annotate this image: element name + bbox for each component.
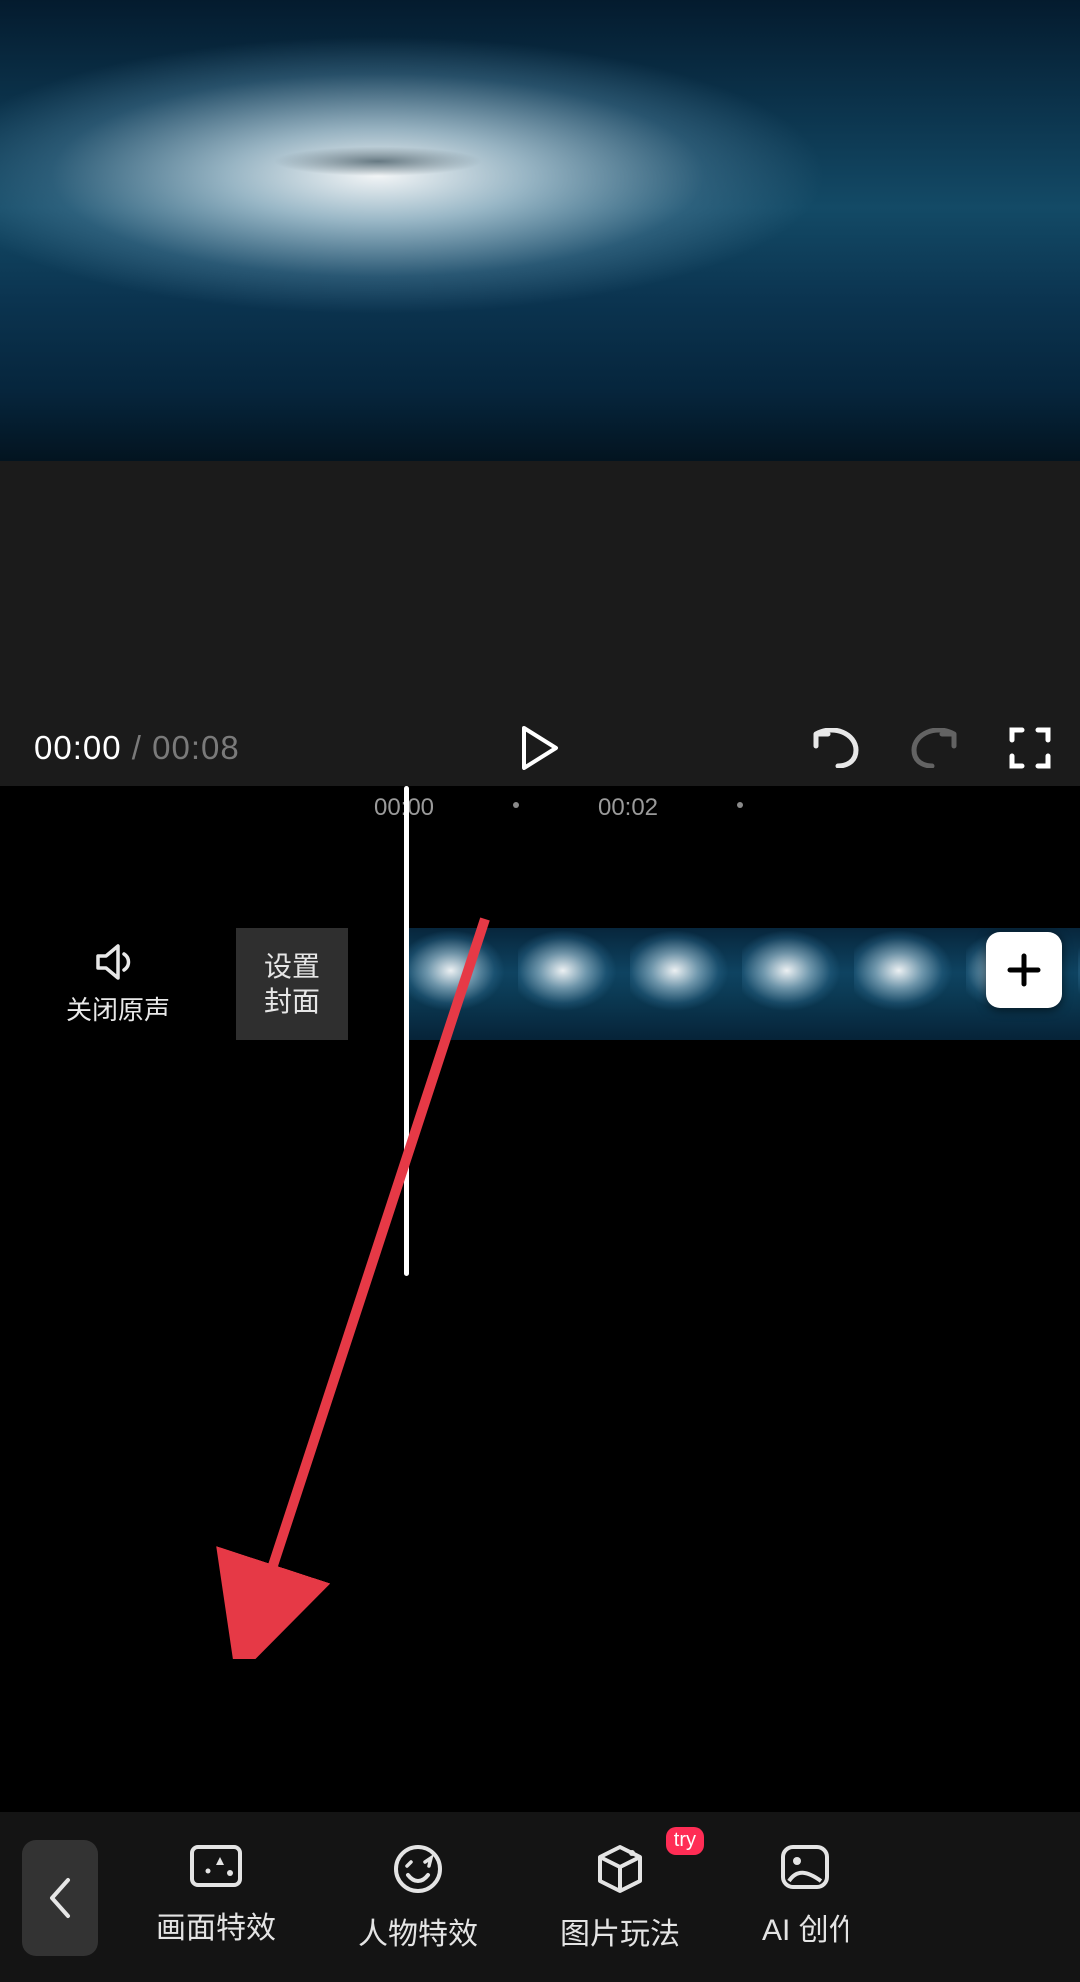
speaker-icon [94, 942, 142, 982]
bottom-toolbar: 画面特效 人物特效 try 图片玩法 [0, 1812, 1080, 1982]
tool-photo-play[interactable]: try 图片玩法 [560, 1841, 680, 1953]
preview-gap [0, 461, 1080, 710]
mute-original-sound[interactable]: 关闭原声 [0, 942, 236, 1027]
timeline-gap [0, 1309, 1080, 1812]
clip-thumb[interactable] [742, 928, 854, 1040]
timeline[interactable]: 关闭原声 设置 封面 [0, 830, 1080, 1309]
clip-thumb[interactable] [854, 928, 966, 1040]
tool-label: 图片玩法 [560, 1909, 680, 1953]
try-badge: try [666, 1827, 704, 1855]
set-cover-button[interactable]: 设置 封面 [236, 928, 348, 1040]
clip-thumb[interactable] [518, 928, 630, 1040]
clip-thumb[interactable] [630, 928, 742, 1040]
playback-controls: 00:00 / 00:08 [0, 710, 1080, 786]
redo-button[interactable] [910, 728, 958, 768]
ruler-dot [737, 802, 743, 808]
duration: 00:08 [152, 729, 240, 766]
chevron-left-icon [46, 1876, 74, 1920]
tool-person-effect[interactable]: 人物特效 [358, 1841, 478, 1953]
ruler-dot [513, 802, 519, 808]
cover-line1: 设置 [264, 949, 320, 984]
screen-effect-icon [188, 1841, 244, 1891]
tool-ai-create[interactable]: AI 创作 [762, 1841, 848, 1953]
clip-strip[interactable] [406, 928, 1080, 1040]
add-clip-button[interactable] [986, 932, 1062, 1008]
cover-line2: 封面 [264, 984, 320, 1019]
play-button[interactable] [520, 726, 560, 770]
mute-label: 关闭原声 [66, 990, 170, 1027]
ai-image-icon [777, 1841, 833, 1893]
time-ruler[interactable]: 00:00 00:02 [0, 786, 1080, 830]
tool-label: AI 创作 [762, 1905, 848, 1949]
tool-label: 人物特效 [358, 1909, 478, 1953]
clip-thumb[interactable] [406, 928, 518, 1040]
tool-screen-effect[interactable]: 画面特效 [156, 1841, 276, 1953]
video-preview[interactable] [0, 0, 1080, 461]
face-effect-icon [390, 1841, 446, 1897]
ruler-label: 00:02 [598, 794, 658, 822]
time-separator: / [122, 729, 153, 766]
cube-icon [592, 1841, 648, 1897]
undo-button[interactable] [812, 728, 860, 768]
plus-icon [1004, 950, 1044, 990]
tool-label: 画面特效 [156, 1903, 276, 1947]
fullscreen-button[interactable] [1008, 726, 1052, 770]
app-root: 00:00 / 00:08 00:00 00:02 [0, 0, 1080, 1982]
back-button[interactable] [22, 1840, 98, 1956]
playhead[interactable] [404, 786, 409, 1276]
current-time: 00:00 [34, 729, 122, 766]
timecode: 00:00 / 00:08 [34, 729, 240, 767]
